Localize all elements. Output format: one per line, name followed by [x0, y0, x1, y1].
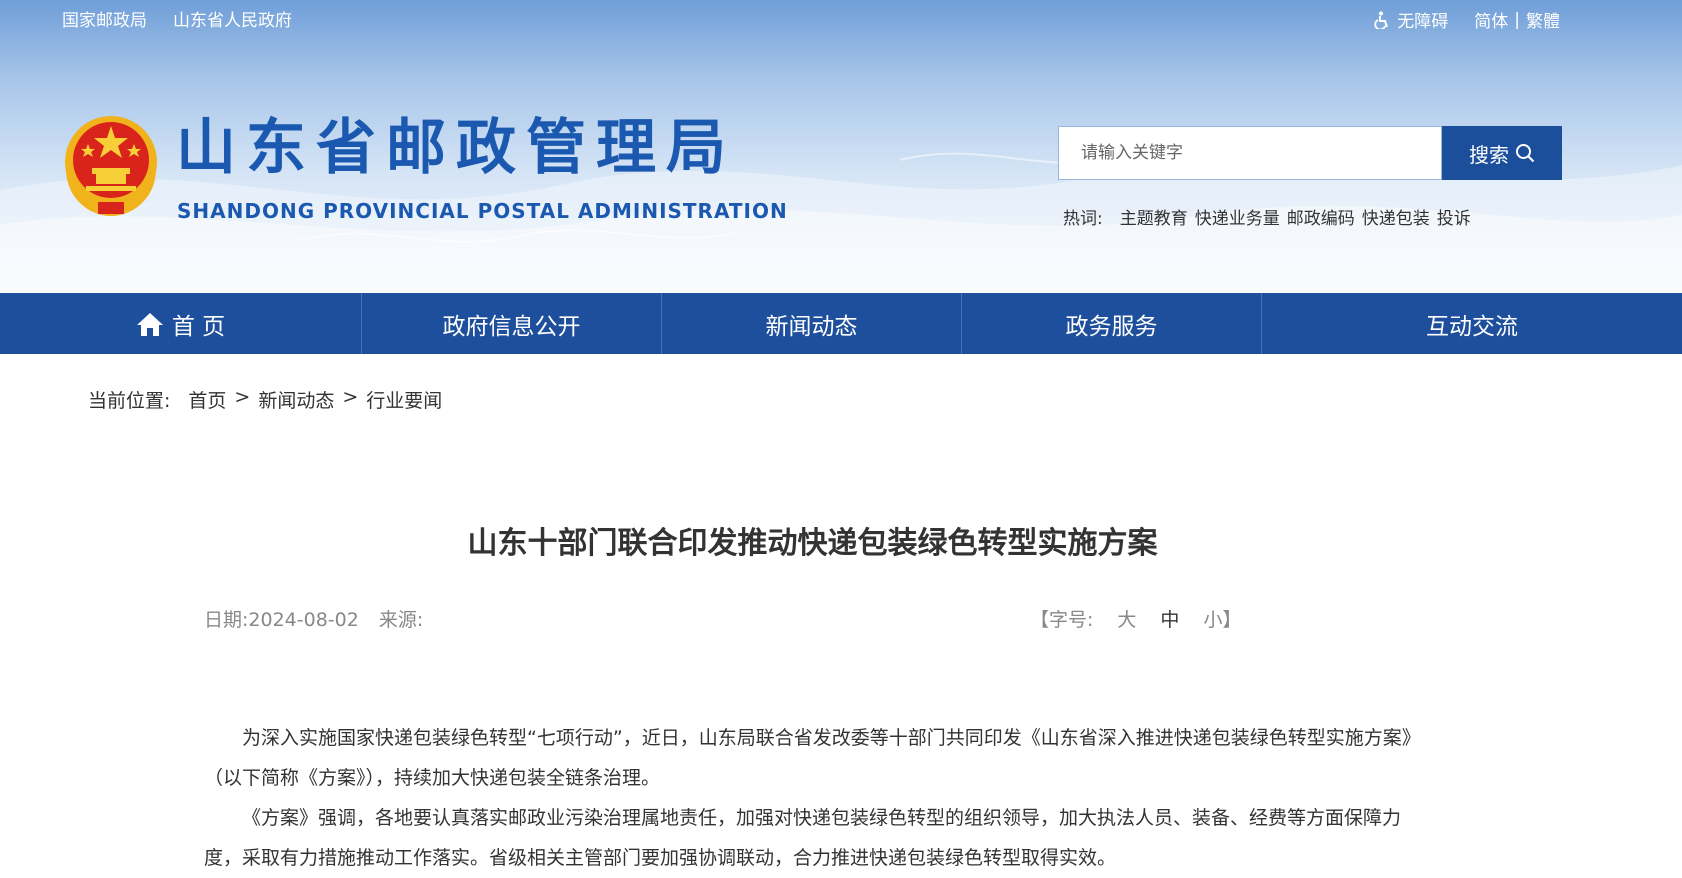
hotword-item[interactable]: 主题教育: [1120, 204, 1188, 229]
article-date: 日期:2024-08-02: [204, 605, 359, 632]
hotword-item[interactable]: 快递业务量: [1195, 204, 1280, 229]
nav-item-interaction[interactable]: 互动交流: [1262, 293, 1682, 354]
nav-item-label: 政务服务: [1065, 313, 1158, 340]
date-label: 日期:: [204, 609, 249, 631]
home-icon: [136, 312, 163, 336]
hotword-item[interactable]: 投诉: [1437, 204, 1471, 229]
article-source-label: 来源:: [378, 609, 424, 631]
topbar-tools: 无障碍 简体 | 繁體: [1373, 7, 1560, 32]
nav-item-services[interactable]: 政务服务: [962, 293, 1262, 354]
nav-item-label: 首 页: [171, 313, 226, 340]
font-size-label: 【字号:: [1030, 609, 1094, 631]
nav-item-gov-info[interactable]: 政府信息公开: [362, 293, 662, 354]
breadcrumb-separator: >: [342, 386, 359, 408]
accessibility-icon: [1374, 11, 1389, 29]
breadcrumb-home[interactable]: 首页: [188, 386, 226, 413]
breadcrumb-label: 当前位置:: [88, 390, 171, 412]
nav-item-label: 新闻动态: [765, 313, 858, 340]
breadcrumb-news[interactable]: 新闻动态: [258, 386, 334, 413]
site-title: 山东省邮政管理局: [176, 113, 736, 183]
hotword-item[interactable]: 邮政编码: [1287, 204, 1355, 229]
font-size-medium-button[interactable]: 中: [1160, 605, 1179, 632]
nav-item-home[interactable]: 首 页: [0, 293, 362, 354]
lang-simplified-link[interactable]: 简体: [1474, 7, 1508, 32]
main-nav: 首 页 政府信息公开 新闻动态 政务服务 互动交流: [0, 293, 1682, 354]
article-body: 为深入实施国家快递包装绿色转型“七项行动”，近日，山东局联合省发改委等十部门共同…: [204, 718, 1416, 878]
national-emblem-logo: [65, 116, 157, 216]
article-title: 山东十部门联合印发推动快递包装绿色转型实施方案: [467, 526, 1158, 561]
site-subtitle: SHANDONG PROVINCIAL POSTAL ADMINISTRATIO…: [177, 199, 788, 223]
font-size-controls: 【字号: 大 中 小】: [1030, 605, 1241, 632]
nav-item-label: 互动交流: [1426, 313, 1518, 340]
search-icon: [1516, 144, 1535, 163]
breadcrumb-industry-news[interactable]: 行业要闻: [366, 386, 442, 413]
font-size-large-button[interactable]: 大: [1117, 605, 1136, 632]
hotwords-bar: 热词: 主题教育 快递业务量 邮政编码 快递包装 投诉: [1063, 204, 1471, 229]
hotword-item[interactable]: 快递包装: [1362, 204, 1430, 229]
lang-separator: |: [1514, 9, 1520, 30]
accessibility-link[interactable]: 无障碍: [1397, 7, 1448, 32]
article-meta: 日期:2024-08-02 来源:: [204, 605, 423, 632]
font-size-small-button[interactable]: 小】: [1203, 605, 1241, 632]
lang-traditional-link[interactable]: 繁體: [1526, 7, 1560, 32]
topbar-link-state-post[interactable]: 国家邮政局: [62, 6, 147, 31]
breadcrumb-separator: >: [234, 386, 251, 408]
breadcrumb: 当前位置: 首页 > 新闻动态 > 行业要闻: [88, 386, 442, 413]
article-paragraph: 《方案》强调，各地要认真落实邮政业污染治理属地责任，加强对快递包装绿色转型的组织…: [204, 807, 1402, 869]
search-button[interactable]: 搜索: [1442, 126, 1562, 180]
date-value: 2024-08-02: [248, 609, 359, 631]
hotwords-label: 热词:: [1063, 209, 1103, 229]
topbar-link-shandong-gov[interactable]: 山东省人民政府: [173, 6, 292, 31]
nav-item-news[interactable]: 新闻动态: [662, 293, 962, 354]
article-paragraph: 为深入实施国家快递包装绿色转型“七项行动”，近日，山东局联合省发改委等十部门共同…: [204, 727, 1412, 789]
search-input[interactable]: [1058, 126, 1442, 180]
site-header: 国家邮政局 山东省人民政府 无障碍 简体 | 繁體 山东省邮政管理局 SHAND…: [0, 0, 1682, 292]
search-button-label: 搜索: [1469, 142, 1509, 167]
nav-item-label: 政府信息公开: [442, 313, 581, 340]
topbar-links: 国家邮政局 山东省人民政府: [62, 6, 292, 31]
